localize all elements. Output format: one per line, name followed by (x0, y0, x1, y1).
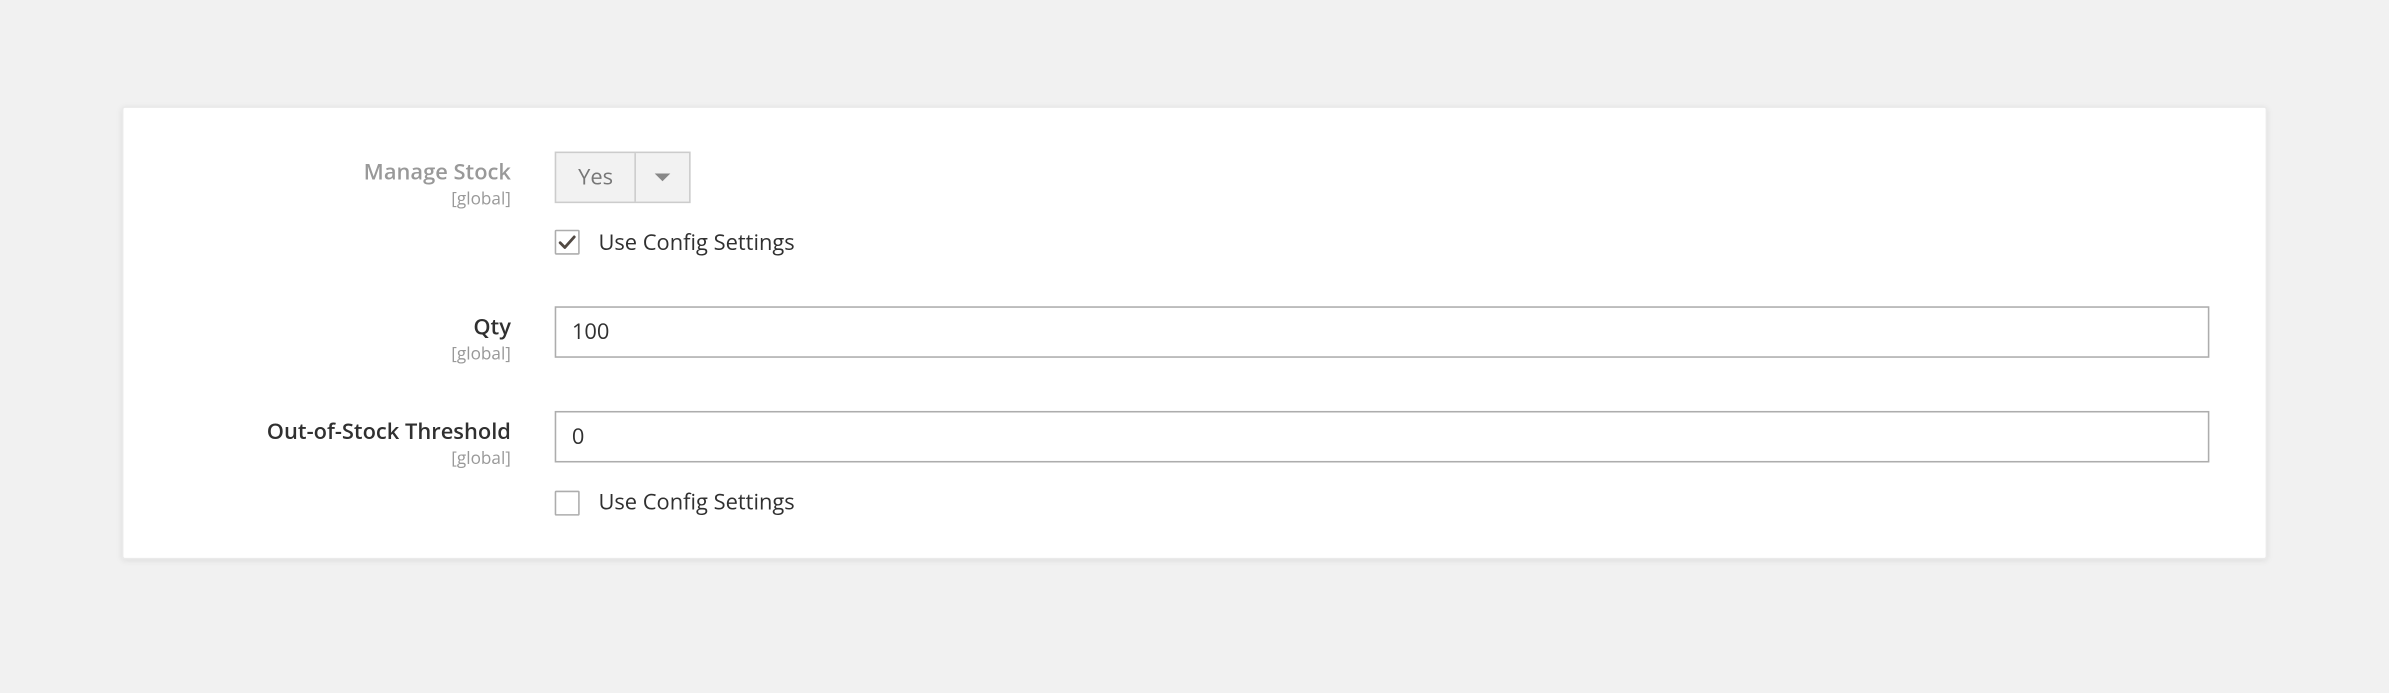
oos-threshold-use-config-label: Use Config Settings (598, 488, 794, 518)
oos-threshold-input[interactable] (555, 412, 2210, 464)
field-out-of-stock-threshold: Out-of-Stock Threshold [global] (180, 412, 2210, 470)
manage-stock-value: Yes (556, 153, 636, 201)
field-manage-stock: Manage Stock [global] Yes (180, 152, 2210, 210)
oos-threshold-label: Out-of-Stock Threshold (180, 421, 511, 447)
manage-stock-label: Manage Stock (180, 161, 511, 187)
inventory-panel: Manage Stock [global] Yes Use Config Set… (122, 106, 2267, 559)
manage-stock-use-config-label: Use Config Settings (598, 228, 794, 258)
field-qty: Qty [global] (180, 307, 2210, 365)
qty-scope: [global] (180, 344, 511, 365)
oos-threshold-use-config-checkbox[interactable]: Use Config Settings (555, 488, 795, 518)
qty-input[interactable] (555, 307, 2210, 359)
oos-threshold-scope: [global] (180, 449, 511, 470)
manage-stock-scope: [global] (180, 189, 511, 210)
chevron-down-icon (637, 153, 690, 201)
checkbox-checked-icon (555, 230, 580, 255)
manage-stock-use-config-checkbox[interactable]: Use Config Settings (555, 228, 795, 258)
manage-stock-select: Yes (555, 152, 692, 204)
qty-label: Qty (180, 316, 511, 342)
checkbox-unchecked-icon (555, 491, 580, 516)
